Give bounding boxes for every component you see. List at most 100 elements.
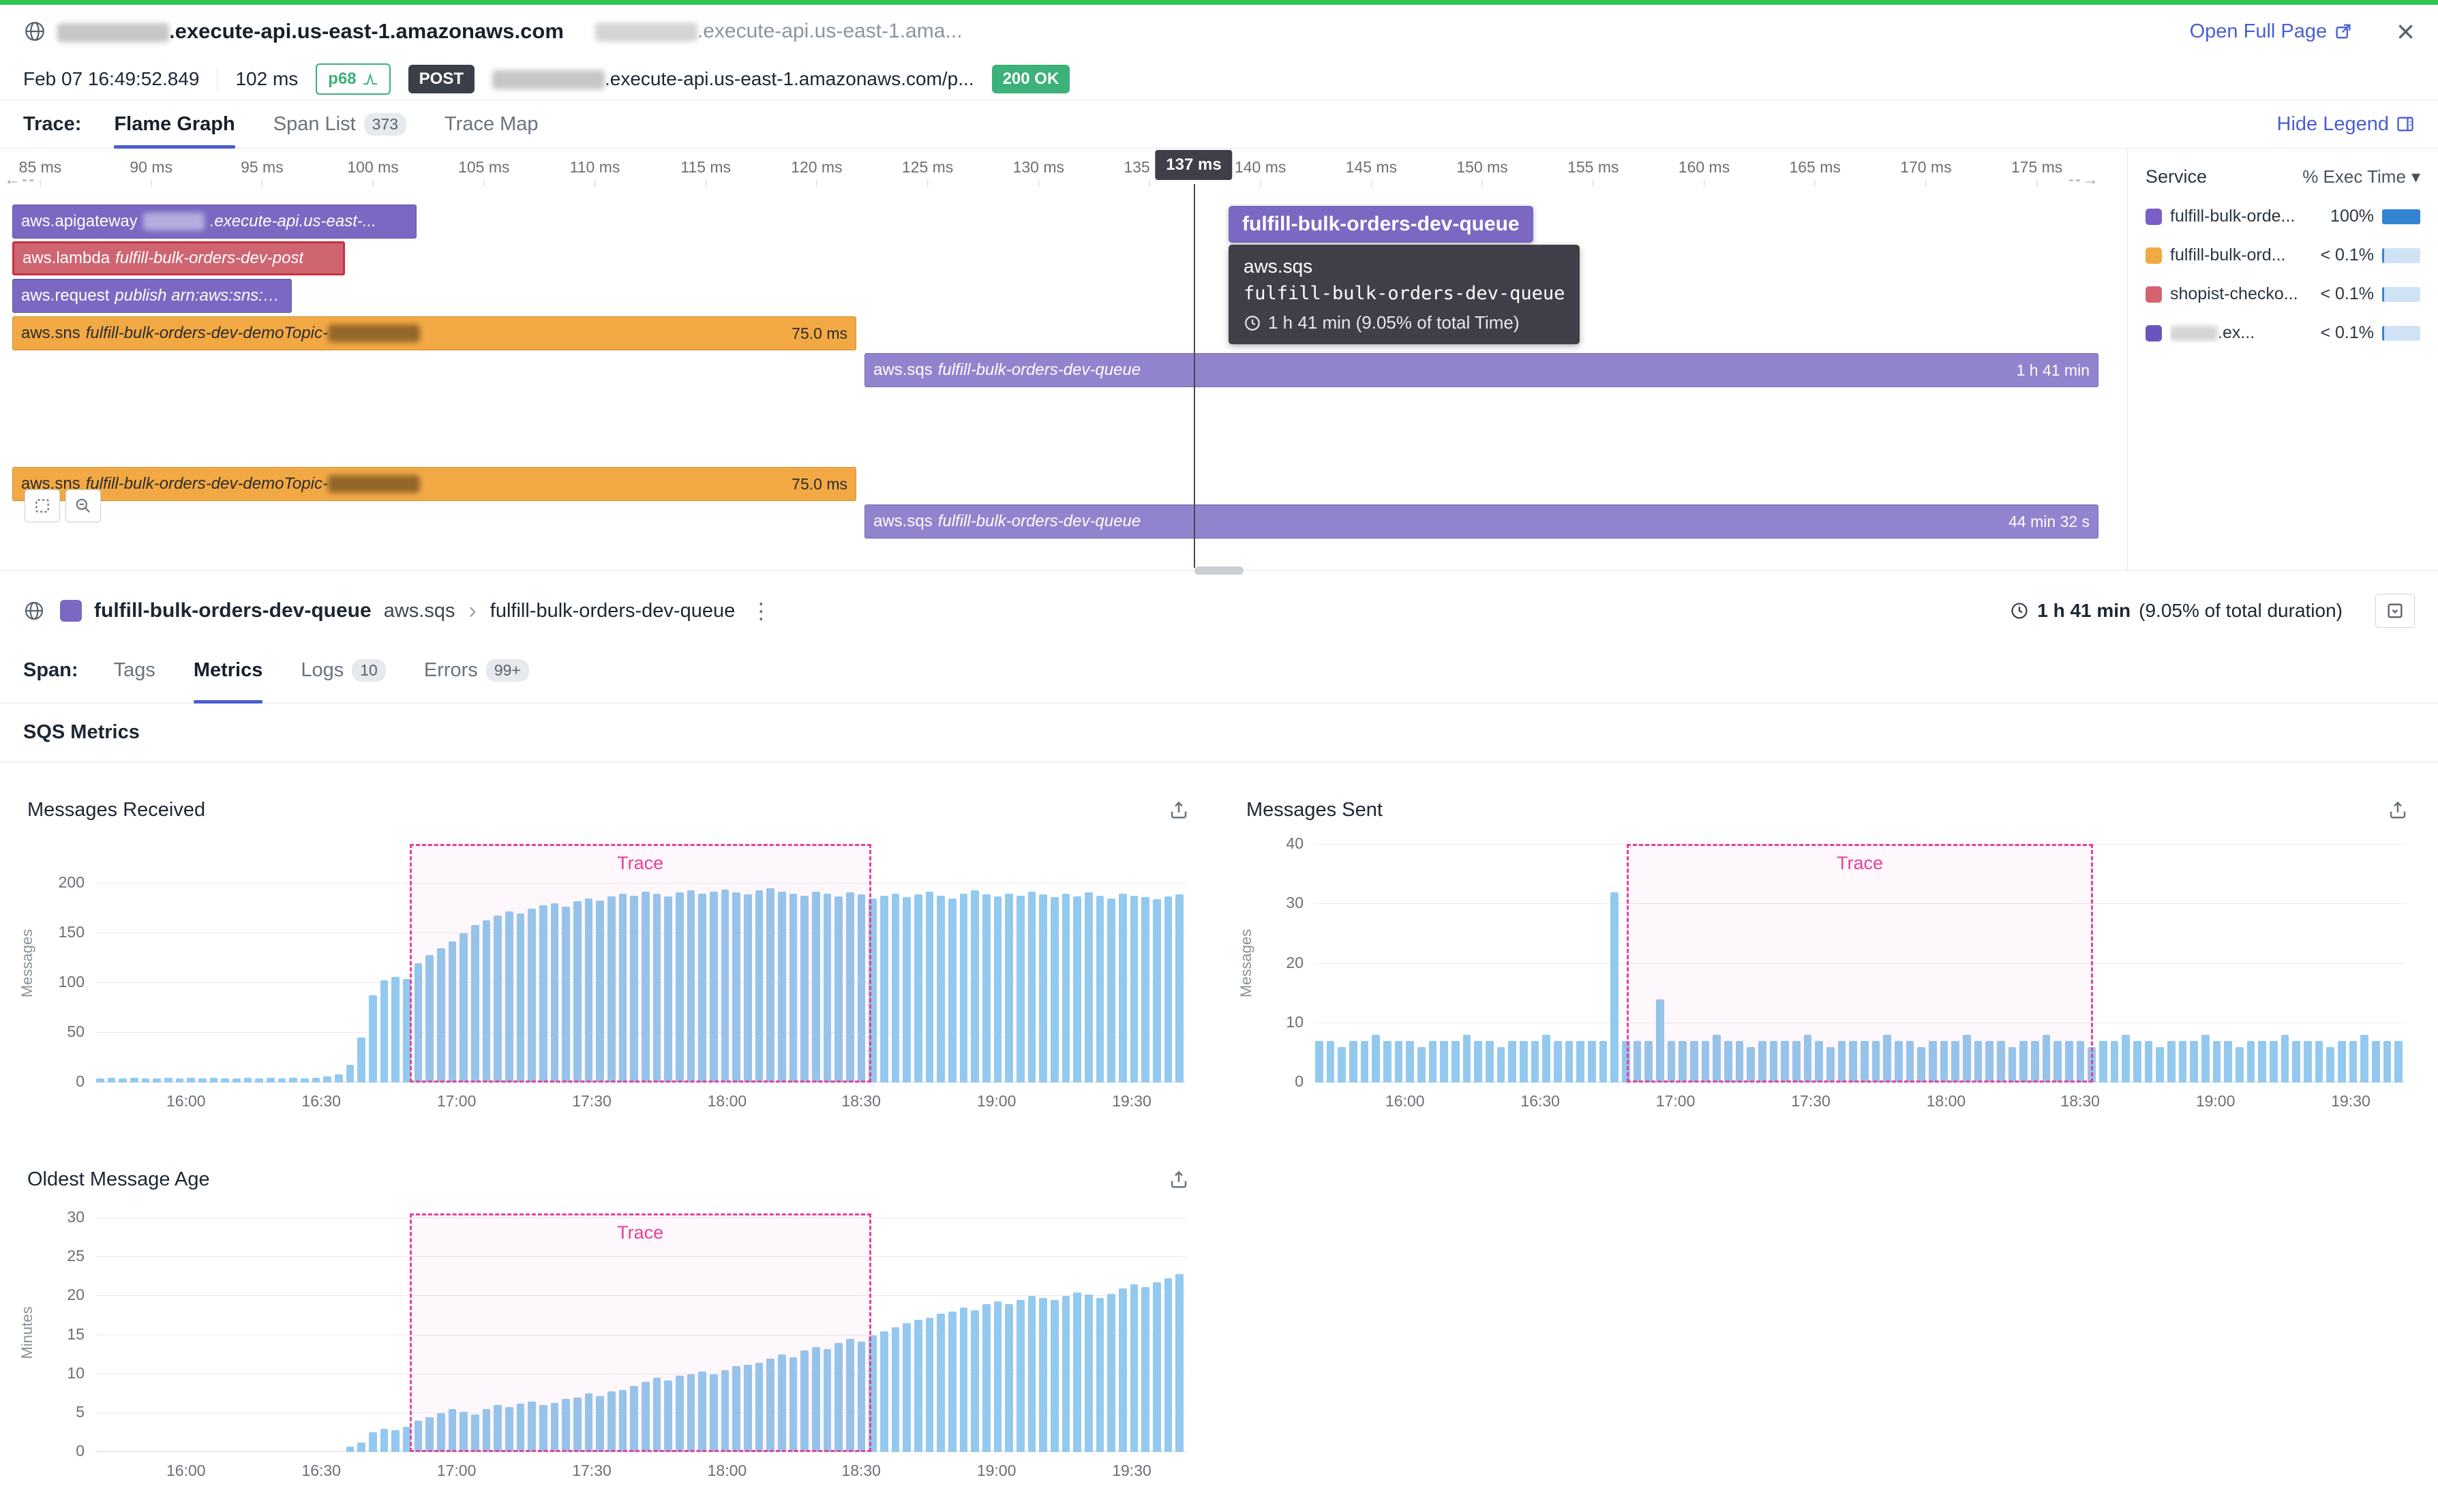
chart-bar xyxy=(1039,894,1047,1083)
legend-row[interactable]: .ex... < 0.1% xyxy=(2146,323,2420,343)
legend-row[interactable]: fulfill-bulk-orde... 100% xyxy=(2146,207,2420,226)
secondary-trace-tab[interactable]: .execute-api.us-east-1.ama... xyxy=(595,20,963,43)
metrics-charts-grid: Messages Received Messages 050100150200T… xyxy=(0,762,2438,1512)
time-axis-tick: 145 ms xyxy=(1346,158,1397,187)
export-icon[interactable] xyxy=(1166,1166,1192,1192)
flame-span-sqs-1[interactable]: aws.sqs fulfill-bulk-orders-dev-queue 1 … xyxy=(864,353,2098,387)
chart-bar xyxy=(2304,1041,2312,1083)
time-axis-tick: 85 ms xyxy=(19,158,62,187)
chart-bar xyxy=(119,1078,127,1083)
chart-bar xyxy=(1096,896,1104,1083)
open-full-page-link[interactable]: Open Full Page xyxy=(2190,20,2353,43)
legend-row[interactable]: fulfill-bulk-ord... < 0.1% xyxy=(2146,245,2420,265)
flame-span-apigateway[interactable]: aws.apigateway .execute-api.us-east-... xyxy=(12,205,417,239)
hide-legend-link[interactable]: Hide Legend xyxy=(2277,113,2415,136)
tooltip-title: fulfill-bulk-orders-dev-queue xyxy=(1229,206,1533,243)
chart-bar xyxy=(1474,1041,1482,1083)
flame-span-request[interactable]: aws.request publish arn:aws:sns:us-ea... xyxy=(12,279,292,313)
tab-metrics[interactable]: Metrics xyxy=(194,638,263,703)
latency-percentile-badge[interactable]: p68 xyxy=(316,63,390,95)
chart-bar xyxy=(1130,896,1139,1083)
x-tick-label: 16:30 xyxy=(301,1462,341,1480)
chart-bar xyxy=(1588,1041,1596,1083)
chart-bar xyxy=(346,1065,355,1083)
export-icon[interactable] xyxy=(2385,797,2411,823)
tab-logs[interactable]: Logs10 xyxy=(301,638,385,703)
tab-flame-graph[interactable]: Flame Graph xyxy=(114,100,235,148)
export-icon[interactable] xyxy=(1166,797,1192,823)
tab-tags[interactable]: Tags xyxy=(114,638,155,703)
tab-errors[interactable]: Errors99+ xyxy=(424,638,529,703)
request-timestamp: Feb 07 16:49:52.849 xyxy=(23,68,199,90)
chart-title: Messages Sent xyxy=(1246,799,1383,821)
window-accent-strip xyxy=(0,0,2438,5)
span-count-badge: 373 xyxy=(364,113,406,136)
chart-bar xyxy=(1565,1041,1574,1083)
y-tick-label: 0 xyxy=(1295,1072,1304,1091)
chart-bar xyxy=(335,1074,343,1083)
chart-bar xyxy=(164,1078,172,1083)
chart-bar xyxy=(1429,1041,1437,1083)
time-axis-tick: 160 ms xyxy=(1679,158,1730,187)
kebab-menu-icon[interactable]: ⋮ xyxy=(750,598,772,624)
zoom-out-button[interactable] xyxy=(65,489,101,522)
trace-region-label: Trace xyxy=(1837,853,1883,874)
chart-bar xyxy=(142,1078,150,1083)
service-color-dot xyxy=(2146,247,2162,264)
y-tick-label: 50 xyxy=(67,1023,85,1041)
chart-bar xyxy=(1451,1041,1460,1083)
flame-span-sqs-2[interactable]: aws.sqs fulfill-bulk-orders-dev-queue 44… xyxy=(864,504,2098,539)
legend-row[interactable]: shopist-checko... < 0.1% xyxy=(2146,284,2420,304)
chart-bar xyxy=(369,995,377,1083)
chart-bar xyxy=(357,1038,365,1083)
chart-bar xyxy=(880,896,888,1083)
tab-span-list[interactable]: Span List373 xyxy=(273,100,406,148)
span-service-type: aws.sqs xyxy=(384,600,455,622)
x-tick-label: 16:30 xyxy=(301,1092,341,1110)
chart-title: Oldest Message Age xyxy=(27,1168,210,1191)
chart-bar xyxy=(380,1429,389,1452)
chart-bar xyxy=(289,1078,297,1083)
x-tick-label: 19:30 xyxy=(1112,1462,1152,1480)
chart-bar xyxy=(267,1078,275,1083)
x-tick-label: 19:30 xyxy=(1112,1092,1152,1110)
y-axis-label: Minutes xyxy=(18,1285,36,1380)
chart-bar xyxy=(187,1078,195,1083)
legend-sort-dropdown[interactable]: % Exec Time ▾ xyxy=(2302,166,2420,187)
page-title: .execute-api.us-east-1.amazonaws.com xyxy=(57,19,564,44)
y-tick-label: 30 xyxy=(67,1208,85,1226)
flame-span-lambda[interactable]: aws.lambda fulfill-bulk-orders-dev-post xyxy=(12,241,345,275)
panel-resize-handle[interactable] xyxy=(1194,566,1244,575)
chevron-right-icon: › xyxy=(468,598,476,624)
time-axis-tick: 155 ms xyxy=(1567,158,1619,187)
tab-trace-map[interactable]: Trace Map xyxy=(445,100,539,148)
chart-bar xyxy=(1005,894,1013,1083)
errors-count-badge: 99+ xyxy=(486,659,529,682)
chart-bar xyxy=(198,1078,207,1083)
y-tick-label: 5 xyxy=(76,1403,85,1421)
zoom-select-button[interactable] xyxy=(25,489,60,522)
chart-bar xyxy=(108,1078,116,1083)
time-axis: ←-- --→ 85 ms90 ms95 ms100 ms105 ms110 m… xyxy=(0,158,2127,188)
chart-bar xyxy=(1005,1304,1013,1452)
x-tick-label: 17:00 xyxy=(437,1462,477,1480)
chart-plot-area: Messages 010203040Trace xyxy=(1314,844,2405,1083)
chart-bar xyxy=(892,1327,900,1452)
chart-bar xyxy=(1383,1041,1391,1083)
exec-time-bar xyxy=(2382,287,2420,302)
close-icon[interactable]: × xyxy=(2396,16,2415,47)
chart-bar xyxy=(914,1320,922,1452)
chart-bar xyxy=(2338,1041,2346,1083)
chart-bar xyxy=(244,1078,252,1083)
x-tick-label: 17:30 xyxy=(1791,1092,1831,1110)
chart-bar xyxy=(2326,1047,2334,1083)
chart-bar xyxy=(1096,1298,1104,1452)
chart-bar xyxy=(1017,896,1025,1083)
chart-bar xyxy=(380,980,389,1083)
flame-span-sns-2[interactable]: aws.sns fulfill-bulk-orders-dev-demoTopi… xyxy=(12,467,856,501)
chart-bar xyxy=(926,892,934,1083)
x-tick-label: 19:00 xyxy=(977,1092,1017,1110)
flame-span-sns-1[interactable]: aws.sns fulfill-bulk-orders-dev-demoTopi… xyxy=(12,316,856,350)
chart-bar xyxy=(1417,1047,1426,1083)
collapse-panel-button[interactable] xyxy=(2375,594,2415,628)
